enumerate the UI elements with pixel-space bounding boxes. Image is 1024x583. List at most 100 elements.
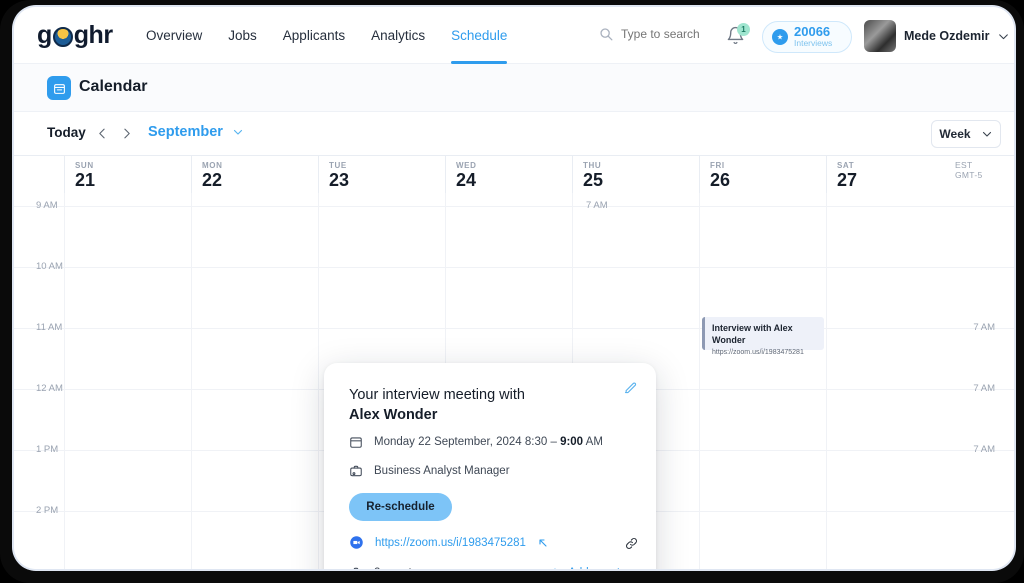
hour-row [14, 206, 1014, 207]
hour-label-1pm: 1 PM [36, 444, 59, 455]
main-nav: Overview Jobs Applicants Analytics Sched… [146, 7, 508, 64]
day-number: 25 [583, 170, 604, 190]
event-role: Business Analyst Manager [374, 465, 510, 477]
logo-text-right: ghr [73, 21, 113, 49]
zoom-meeting-link[interactable]: https://zoom.us/i/1983475281 [375, 537, 526, 549]
day-number: 27 [837, 170, 858, 190]
event-title: Interview with Alex Wonder [712, 323, 793, 345]
hour-row [14, 267, 1014, 268]
add-guest-control[interactable]: Add guest [549, 567, 639, 569]
chevron-down-icon [981, 128, 993, 140]
hour-label-9am: 9 AM [36, 200, 58, 211]
calendar-toolbar: Today September Week [14, 112, 1014, 155]
interviews-label: Interviews [794, 38, 833, 48]
day-of-week: MON [202, 161, 223, 170]
column-divider [64, 193, 65, 569]
edit-event-button[interactable] [623, 380, 638, 395]
hour-label-right-2: 7 AM [973, 383, 995, 394]
add-guest-label: Add guest [568, 567, 620, 569]
search-icon [599, 27, 613, 41]
hour-label-top-marker: 7 AM [586, 200, 608, 211]
link-copy-icon [624, 536, 639, 551]
timezone-abbr: EST [955, 160, 973, 170]
event-role-row: Business Analyst Manager [349, 464, 510, 478]
copy-link-button[interactable] [624, 536, 639, 551]
interviews-counter-pill[interactable]: 20066 Interviews [762, 21, 852, 53]
day-column-header-sat[interactable]: SAT 27 [826, 156, 953, 194]
day-of-week: THU [583, 161, 602, 170]
next-period-button[interactable] [116, 123, 136, 143]
chevron-down-icon [997, 30, 1010, 43]
nav-item-applicants[interactable]: Applicants [283, 7, 345, 64]
event-end-time: 9:00 [560, 436, 584, 448]
calendar-icon [47, 76, 71, 100]
reschedule-button[interactable]: Re-schedule [349, 493, 452, 521]
top-navigation-bar: g ghr Overview Jobs Applicants Analytics… [14, 7, 1014, 64]
column-divider [191, 193, 192, 569]
globe-icon [52, 26, 73, 47]
day-column-header-thu[interactable]: THU 25 [572, 156, 699, 194]
chevron-right-icon [120, 127, 133, 140]
guest-count: 2 guest [374, 567, 412, 569]
app-logo[interactable]: g ghr [37, 21, 113, 50]
nav-item-schedule[interactable]: Schedule [451, 7, 508, 64]
popup-title-line2: Alex Wonder [349, 407, 438, 423]
day-column-header-fri[interactable]: FRI 26 [699, 156, 826, 194]
notifications-button[interactable]: 1 [726, 23, 750, 45]
timezone-offset: GMT-5 [955, 170, 983, 180]
zoom-link-row: https://zoom.us/i/1983475281 [349, 535, 549, 550]
day-number: 23 [329, 170, 350, 190]
day-number: 26 [710, 170, 731, 190]
day-column-header-mon[interactable]: MON 22 [191, 156, 318, 194]
view-selector[interactable]: Week [931, 120, 1001, 148]
nav-item-overview[interactable]: Overview [146, 7, 202, 64]
event-details-popup: Your interview meeting with Alex Wonder … [324, 363, 656, 569]
event-url: https://zoom.us/i/1983475281 [712, 349, 804, 356]
nav-item-jobs[interactable]: Jobs [228, 7, 257, 64]
day-header-row: SUN 21 MON 22 TUE 23 WED 24 THU 25 FRI 2… [14, 155, 1014, 194]
external-link-icon[interactable] [537, 537, 549, 549]
hour-label-right-3: 7 AM [973, 444, 995, 455]
timezone-label: EST GMT-5 [955, 156, 982, 194]
day-column-header-sun[interactable]: SUN 21 [64, 156, 191, 194]
calendar-event[interactable]: Interview with Alex Wonder https://zoom.… [702, 317, 824, 356]
pencil-icon [623, 380, 638, 395]
event-meridiem: AM [583, 436, 603, 448]
previous-period-button[interactable] [92, 123, 112, 143]
user-menu[interactable]: Mede Ozdemir [864, 20, 1010, 52]
month-selector[interactable]: September [148, 124, 244, 140]
chevron-down-icon [232, 126, 244, 138]
hour-label-10am: 10 AM [36, 261, 63, 272]
page-title: Calendar [79, 78, 148, 95]
plus-icon [549, 567, 561, 569]
guest-icon [349, 566, 363, 569]
popup-title: Your interview meeting with Alex Wonder [349, 385, 579, 425]
day-of-week: TUE [329, 161, 347, 170]
event-datetime-row: Monday 22 September, 2024 8:30 – 9:00 AM [349, 435, 603, 449]
day-column-header-wed[interactable]: WED 24 [445, 156, 572, 194]
star-badge-icon [772, 29, 788, 45]
calendar-icon [349, 435, 363, 449]
day-of-week: FRI [710, 161, 725, 170]
zoom-icon [349, 535, 364, 550]
chevron-down-icon[interactable] [627, 567, 639, 569]
day-column-header-tue[interactable]: TUE 23 [318, 156, 445, 194]
nav-item-analytics[interactable]: Analytics [371, 7, 425, 64]
column-divider [826, 193, 827, 569]
day-of-week: SUN [75, 161, 94, 170]
guest-count-row: 2 guest [349, 566, 412, 569]
event-date-range-start: Monday 22 September, 2024 8:30 – [374, 436, 561, 448]
day-number: 24 [456, 170, 477, 190]
view-label: Week [939, 127, 971, 141]
app-window: g ghr Overview Jobs Applicants Analytics… [14, 7, 1014, 569]
page-header: Calendar [14, 64, 1014, 112]
device-frame: g ghr Overview Jobs Applicants Analytics… [0, 0, 1024, 583]
day-number: 22 [202, 170, 223, 190]
day-of-week: WED [456, 161, 477, 170]
column-divider [699, 193, 700, 569]
day-number: 21 [75, 170, 96, 190]
interviews-count: 20066 [794, 24, 831, 39]
column-divider [318, 193, 319, 569]
today-button[interactable]: Today [47, 125, 86, 140]
hour-label-11am: 11 AM [36, 322, 63, 333]
